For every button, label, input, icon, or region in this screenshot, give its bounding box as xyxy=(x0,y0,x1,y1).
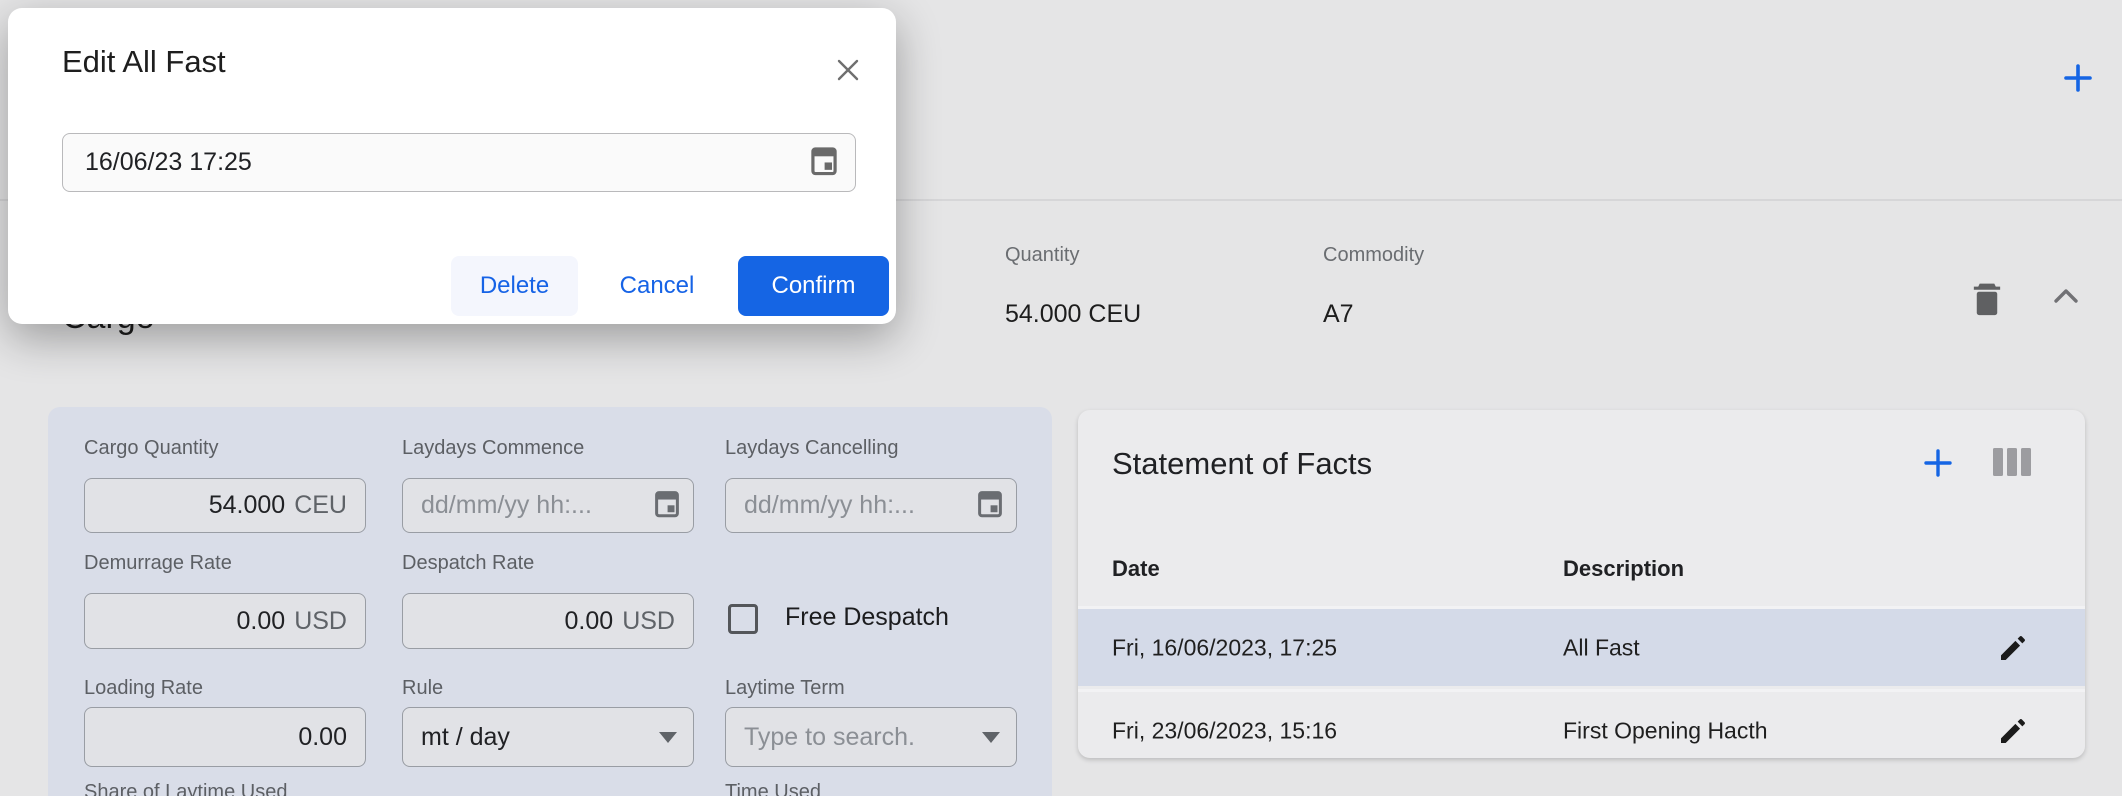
datetime-input[interactable]: 16/06/23 17:25 xyxy=(62,133,856,192)
cargo-form-panel: Cargo Quantity 54.000 CEU Laydays Commen… xyxy=(48,407,1052,796)
despatch-rate-input[interactable]: 0.00 USD xyxy=(402,593,694,649)
laydays-cancelling-label: Laydays Cancelling xyxy=(725,437,898,460)
despatch-rate-unit: USD xyxy=(622,607,675,636)
free-despatch-label: Free Despatch xyxy=(785,603,949,632)
row-date: Fri, 23/06/2023, 15:16 xyxy=(1112,717,1337,744)
statement-of-facts-card: Statement of Facts Date Description Fri,… xyxy=(1078,410,2085,758)
despatch-rate-value: 0.00 xyxy=(565,607,614,636)
laytime-term-placeholder: Type to search. xyxy=(744,723,915,752)
table-row[interactable]: Fri, 23/06/2023, 15:16 First Opening Hac… xyxy=(1078,689,2085,758)
rule-select[interactable]: mt / day xyxy=(402,707,694,767)
chevron-down-icon[interactable] xyxy=(659,732,677,743)
rule-label: Rule xyxy=(402,677,443,700)
demurrage-rate-unit: USD xyxy=(294,607,347,636)
laydays-cancelling-input[interactable]: dd/mm/yy hh:... xyxy=(725,478,1017,533)
edit-pencil-icon[interactable] xyxy=(1997,632,2029,664)
commodity-label: Commodity xyxy=(1323,244,1424,267)
cargo-quantity-label: Cargo Quantity xyxy=(84,437,219,460)
row-description: First Opening Hacth xyxy=(1563,717,1768,744)
rule-value: mt / day xyxy=(421,723,510,752)
quantity-value: 54.000 CEU xyxy=(1005,300,1141,329)
date-column-header: Date xyxy=(1112,556,1160,582)
confirm-button[interactable]: Confirm xyxy=(738,256,889,316)
datetime-value: 16/06/23 17:25 xyxy=(85,148,252,177)
loading-rate-value: 0.00 xyxy=(298,723,347,752)
free-despatch-checkbox[interactable] xyxy=(728,604,758,634)
demurrage-rate-value: 0.00 xyxy=(237,607,286,636)
row-date: Fri, 16/06/2023, 17:25 xyxy=(1112,634,1337,661)
delete-button[interactable]: Delete xyxy=(451,256,578,316)
loading-rate-input[interactable]: 0.00 xyxy=(84,707,366,767)
laydays-commence-placeholder: dd/mm/yy hh:... xyxy=(421,491,592,520)
chevron-down-icon[interactable] xyxy=(982,732,1000,743)
dialog-title: Edit All Fast xyxy=(62,44,226,80)
row-description: All Fast xyxy=(1563,634,1640,661)
loading-rate-label: Loading Rate xyxy=(84,677,203,700)
edit-all-fast-dialog: Edit All Fast 16/06/23 17:25 Delete Canc… xyxy=(8,8,896,324)
laydays-commence-label: Laydays Commence xyxy=(402,437,584,460)
delete-cargo-icon[interactable] xyxy=(1969,280,2005,318)
table-row[interactable]: Fri, 16/06/2023, 17:25 All Fast xyxy=(1078,606,2085,686)
statement-of-facts-title: Statement of Facts xyxy=(1112,446,1372,482)
cargo-quantity-unit: CEU xyxy=(294,491,347,520)
demurrage-rate-label: Demurrage Rate xyxy=(84,552,232,575)
demurrage-rate-input[interactable]: 0.00 USD xyxy=(84,593,366,649)
description-column-header: Description xyxy=(1563,556,1684,582)
edit-pencil-icon[interactable] xyxy=(1997,715,2029,747)
add-cargo-icon[interactable] xyxy=(2062,62,2094,94)
laytime-term-label: Laytime Term xyxy=(725,677,845,700)
view-columns-icon[interactable] xyxy=(1993,448,2033,478)
laydays-commence-input[interactable]: dd/mm/yy hh:... xyxy=(402,478,694,533)
table-header: Date Description xyxy=(1078,530,2085,606)
time-used-label: Time Used xyxy=(725,781,821,796)
cancel-button[interactable]: Cancel xyxy=(596,256,718,316)
laytime-term-input[interactable]: Type to search. xyxy=(725,707,1017,767)
laydays-cancelling-placeholder: dd/mm/yy hh:... xyxy=(744,491,915,520)
cargo-quantity-input[interactable]: 54.000 CEU xyxy=(84,478,366,533)
chevron-up-icon[interactable] xyxy=(2051,284,2081,308)
close-icon[interactable] xyxy=(832,54,864,86)
commodity-value: A7 xyxy=(1323,300,1354,329)
calendar-icon[interactable] xyxy=(653,488,681,523)
calendar-icon[interactable] xyxy=(809,144,839,181)
cargo-quantity-value: 54.000 xyxy=(209,491,285,520)
quantity-label: Quantity xyxy=(1005,244,1079,267)
despatch-rate-label: Despatch Rate xyxy=(402,552,534,575)
add-statement-row-icon[interactable] xyxy=(1923,448,1953,478)
calendar-icon[interactable] xyxy=(976,488,1004,523)
share-of-laytime-used-label: Share of Laytime Used xyxy=(84,781,287,796)
